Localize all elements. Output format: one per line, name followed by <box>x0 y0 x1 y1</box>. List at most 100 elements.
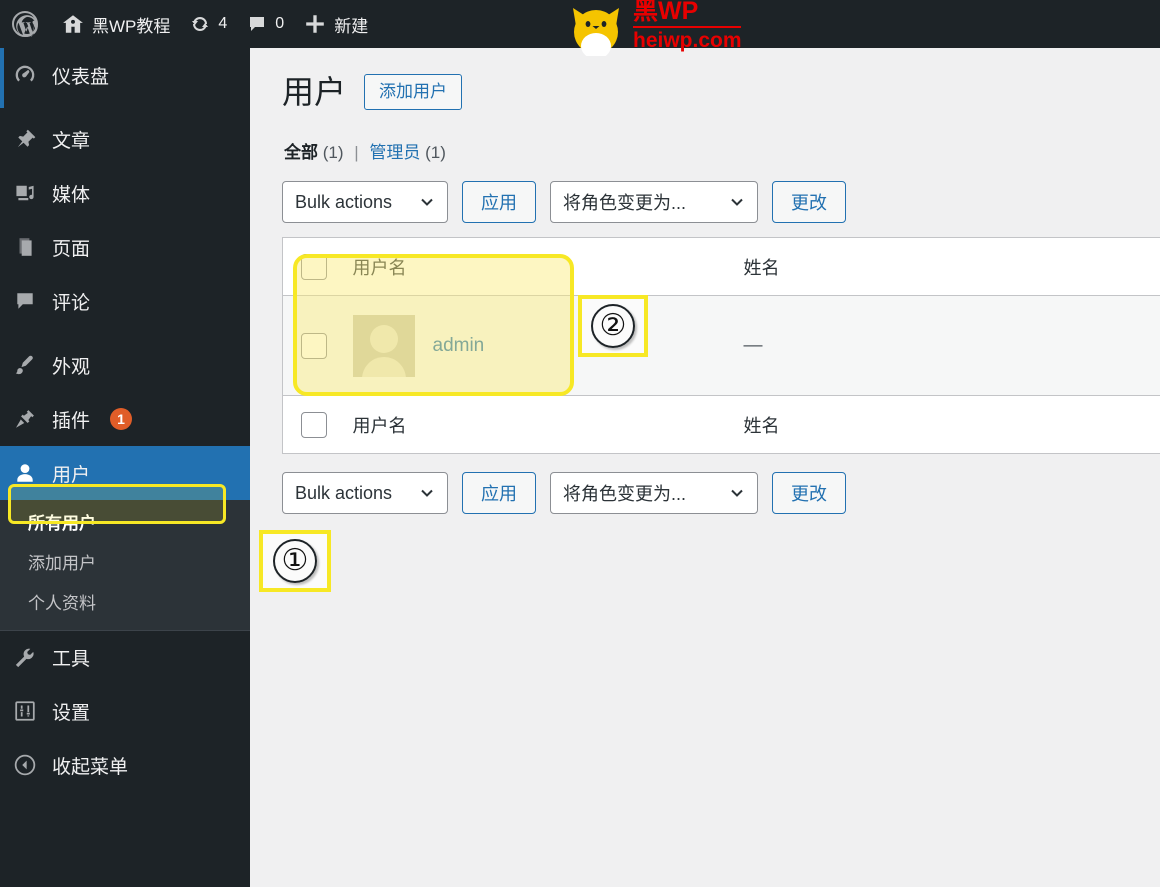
add-user-button[interactable]: 添加用户 <box>364 74 463 110</box>
username-link-admin[interactable]: admin <box>433 335 485 357</box>
sidebar-label-dashboard: 仪表盘 <box>52 66 110 88</box>
column-footer-spacer <box>992 395 1160 454</box>
select-all-checkbox-footer-cell[interactable] <box>282 395 343 454</box>
submenu-item-all-users[interactable]: 所有用户 <box>0 504 250 544</box>
users-submenu: 所有用户 添加用户 个人资料 <box>0 500 250 630</box>
brush-icon <box>10 354 40 376</box>
admin-sidebar-menu: 仪表盘 文章 媒体 页面 评论 外观 插件 1 用户 所有用户 添加用户 个人资… <box>0 42 258 887</box>
sidebar-item-comments[interactable]: 评论 <box>0 274 250 328</box>
chevron-down-icon <box>419 194 435 210</box>
updates-button[interactable]: 4 <box>180 0 237 48</box>
update-icon <box>190 14 210 34</box>
dashboard-icon <box>10 64 40 86</box>
bulk-actions-select-top[interactable]: Bulk actions <box>282 181 448 223</box>
chevron-down-icon <box>729 194 745 210</box>
wordpress-logo-button[interactable] <box>0 0 52 48</box>
menu-separator-2 <box>0 328 250 338</box>
media-icon <box>10 182 40 204</box>
column-header-spacer <box>992 237 1160 296</box>
filter-links: 全部 (1) | 管理员 (1) <box>284 138 1160 163</box>
comment-icon <box>10 290 40 312</box>
page-header: 用户 添加用户 <box>282 72 1160 112</box>
annotation-marker-one: ① <box>259 530 331 592</box>
change-role-button-bottom[interactable]: 更改 <box>772 472 846 514</box>
filter-count-all: (1) <box>322 143 344 162</box>
column-footer-username[interactable]: 用户名 <box>342 395 743 454</box>
chevron-down-icon <box>419 485 435 501</box>
sidebar-label-media: 媒体 <box>52 184 91 206</box>
tablenav-bottom: Bulk actions 应用 将角色变更为... 更改 <box>282 472 1160 514</box>
bulk-actions-label-bottom: Bulk actions <box>295 482 393 503</box>
sidebar-item-users[interactable]: 用户 <box>0 446 258 500</box>
sidebar-label-users: 用户 <box>52 464 91 486</box>
site-name-label: 黑WP教程 <box>92 16 171 36</box>
select-all-checkbox-header[interactable] <box>282 237 343 296</box>
submenu-item-add-user[interactable]: 添加用户 <box>0 544 250 584</box>
users-table: 用户名 姓名 admin — 用户名 姓名 <box>282 237 1160 454</box>
chevron-down-icon <box>729 485 745 501</box>
annotation-marker-two-label: ② <box>591 304 635 348</box>
plugin-icon <box>10 408 40 430</box>
wordpress-logo-icon <box>12 11 38 37</box>
row-checkbox-admin[interactable] <box>301 332 327 359</box>
new-content-button[interactable]: 新建 <box>294 0 378 48</box>
annotation-marker-one-label: ① <box>273 539 317 583</box>
site-name-button[interactable]: 黑WP教程 <box>52 0 180 48</box>
page-title: 用户 <box>282 74 347 110</box>
plus-icon <box>304 13 326 35</box>
sidebar-item-settings[interactable]: 设置 <box>0 684 250 738</box>
comment-bubble-icon <box>247 14 267 34</box>
sidebar-label-settings: 设置 <box>52 702 91 724</box>
sidebar-item-appearance[interactable]: 外观 <box>0 338 250 392</box>
sidebar-item-collapse-menu[interactable]: 收起菜单 <box>0 738 250 792</box>
updates-count: 4 <box>218 15 228 32</box>
change-role-select-bottom[interactable]: 将角色变更为... <box>550 472 758 514</box>
table-row: admin — <box>282 295 1160 396</box>
sidebar-label-pages: 页面 <box>52 238 91 260</box>
select-all-checkbox-top[interactable] <box>301 253 327 280</box>
sidebar-item-media[interactable]: 媒体 <box>0 166 250 220</box>
tools-icon <box>10 647 40 669</box>
table-footer-row: 用户名 姓名 <box>282 395 1160 454</box>
sidebar-label-collapse-menu: 收起菜单 <box>52 756 129 778</box>
avatar <box>352 314 415 377</box>
sidebar-label-comments: 评论 <box>52 292 91 314</box>
sidebar-item-dashboard[interactable]: 仪表盘 <box>0 42 250 108</box>
sidebar-item-tools[interactable]: 工具 <box>0 630 250 684</box>
filter-link-administrator[interactable]: 管理员 <box>369 143 420 162</box>
main-content: 用户 添加用户 全部 (1) | 管理员 (1) Bulk actions 应用… <box>250 48 1160 887</box>
sidebar-label-posts: 文章 <box>52 130 91 152</box>
menu-separator-1 <box>0 102 250 112</box>
annotation-marker-two: ② <box>578 295 648 357</box>
collapse-icon <box>10 754 40 776</box>
sidebar-label-plugins: 插件 <box>52 410 91 432</box>
filter-count-administrator: (1) <box>425 143 446 162</box>
column-header-name[interactable]: 姓名 <box>742 237 993 296</box>
filter-separator: | <box>354 143 359 162</box>
bulk-actions-select-bottom[interactable]: Bulk actions <box>282 472 448 514</box>
submenu-item-profile[interactable]: 个人资料 <box>0 584 250 624</box>
page-icon <box>10 236 40 258</box>
column-header-username[interactable]: 用户名 <box>342 237 743 296</box>
plugins-update-badge: 1 <box>110 408 133 430</box>
user-icon <box>10 462 40 484</box>
sidebar-item-pages[interactable]: 页面 <box>0 220 250 274</box>
table-header-row: 用户名 姓名 <box>282 237 1160 296</box>
apply-button-top[interactable]: 应用 <box>462 181 536 223</box>
bulk-actions-label-top: Bulk actions <box>295 191 393 212</box>
sidebar-item-plugins[interactable]: 插件 1 <box>0 392 250 446</box>
cell-username: admin <box>342 295 743 396</box>
row-checkbox-cell[interactable] <box>282 295 343 396</box>
home-icon <box>62 13 84 35</box>
change-role-button-top[interactable]: 更改 <box>772 181 846 223</box>
comments-button[interactable]: 0 <box>237 0 294 48</box>
sidebar-label-appearance: 外观 <box>52 356 91 378</box>
change-role-select-top[interactable]: 将角色变更为... <box>550 181 758 223</box>
column-footer-name[interactable]: 姓名 <box>742 395 993 454</box>
change-role-label-bottom: 将角色变更为... <box>563 484 687 504</box>
select-all-checkbox-bottom[interactable] <box>301 411 327 438</box>
filter-link-all[interactable]: 全部 <box>284 143 318 162</box>
tablenav-top: Bulk actions 应用 将角色变更为... 更改 <box>282 181 1160 223</box>
sidebar-item-posts[interactable]: 文章 <box>0 112 250 166</box>
apply-button-bottom[interactable]: 应用 <box>462 472 536 514</box>
